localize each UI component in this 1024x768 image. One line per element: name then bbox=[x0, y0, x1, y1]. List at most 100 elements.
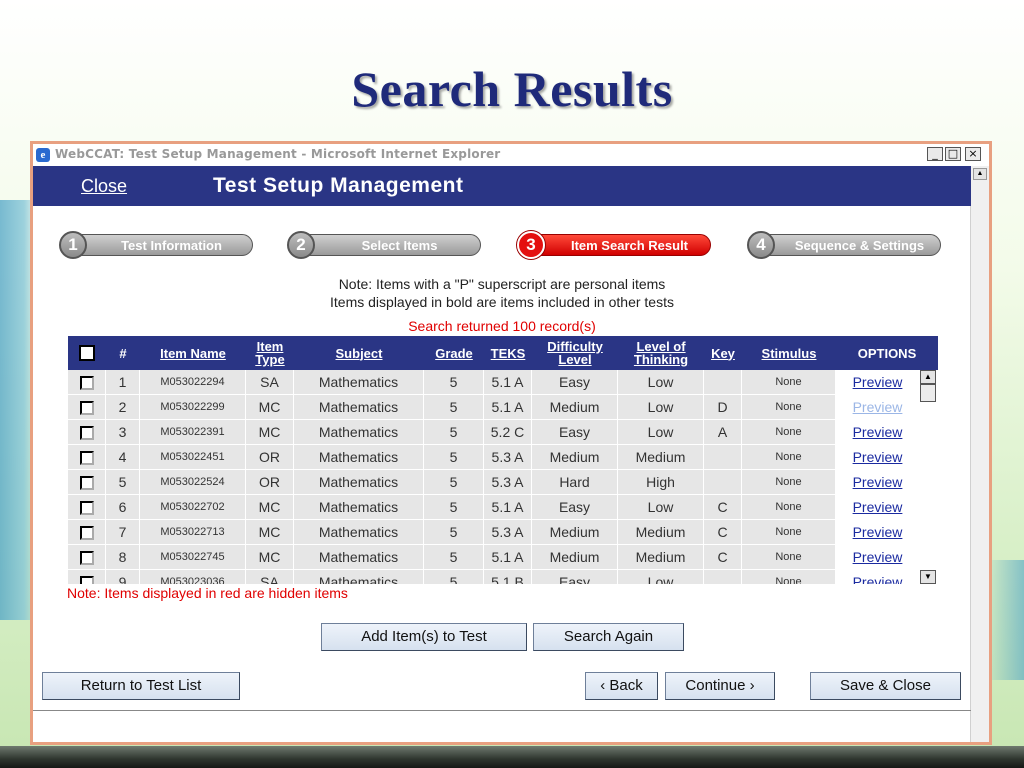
bold-items-note: Items displayed in bold are items includ… bbox=[330, 294, 674, 310]
row-checkbox[interactable] bbox=[79, 501, 94, 516]
table-row: 1 M053022294 SA Mathematics 5 5.1 A Easy Low Non… bbox=[68, 370, 920, 395]
scroll-up-arrow-icon[interactable]: ▲ bbox=[973, 168, 987, 180]
difficulty-level: Medium bbox=[532, 520, 617, 544]
row-checkbox[interactable] bbox=[79, 551, 94, 566]
preview-link[interactable]: Preview bbox=[853, 399, 903, 415]
scroll-thumb[interactable] bbox=[920, 384, 936, 402]
stimulus: None bbox=[742, 395, 835, 419]
preview-link[interactable]: Preview bbox=[853, 549, 903, 565]
row-checkbox[interactable] bbox=[79, 401, 94, 416]
sort-level-of-thinking[interactable]: Level of Thinking bbox=[618, 336, 704, 370]
preview-link[interactable]: Preview bbox=[853, 374, 903, 390]
preview-link[interactable]: Preview bbox=[853, 499, 903, 515]
level-of-thinking: Medium bbox=[618, 520, 703, 544]
preview-link[interactable]: Preview bbox=[853, 449, 903, 465]
answer-key: A bbox=[704, 420, 741, 444]
row-select-cell bbox=[68, 470, 105, 494]
sort-stimulus[interactable]: Stimulus bbox=[742, 336, 836, 370]
personal-items-note: Note: Items with a "P" superscript are p… bbox=[338, 276, 666, 292]
maximize-button[interactable]: □ bbox=[945, 147, 961, 161]
row-checkbox[interactable] bbox=[79, 426, 94, 441]
difficulty-level: Medium bbox=[532, 445, 617, 469]
step-sequence-settings[interactable]: 4 Sequence & Settings bbox=[747, 231, 941, 259]
app-title: Test Setup Management bbox=[213, 174, 464, 197]
table-row: 3 M053022391 MC Mathematics 5 5.2 C Easy Low A No… bbox=[68, 420, 920, 445]
add-items-button[interactable]: Add Item(s) to Test bbox=[321, 623, 527, 651]
item-type: SA bbox=[246, 370, 293, 394]
sort-grade[interactable]: Grade bbox=[424, 336, 484, 370]
step-label: Item Search Result bbox=[570, 238, 689, 253]
sort-key[interactable]: Key bbox=[704, 336, 742, 370]
sort-teks[interactable]: TEKS bbox=[484, 336, 532, 370]
row-number: 8 bbox=[106, 545, 139, 569]
header-options: OPTIONS bbox=[857, 345, 917, 361]
sort-item-name[interactable]: Item Name bbox=[140, 336, 246, 370]
row-number: 9 bbox=[106, 570, 139, 584]
subject: Mathematics bbox=[294, 545, 423, 569]
grade: 5 bbox=[424, 445, 483, 469]
window-titlebar: e WebCCAT: Test Setup Management - Micro… bbox=[33, 144, 989, 167]
continue-button[interactable]: Continue › bbox=[665, 672, 775, 700]
stimulus: None bbox=[742, 520, 835, 544]
options-cell: Preview bbox=[836, 570, 919, 584]
row-checkbox[interactable] bbox=[79, 476, 94, 491]
subject: Mathematics bbox=[294, 570, 423, 584]
item-type: MC bbox=[246, 420, 293, 444]
close-window-button[interactable]: × bbox=[965, 147, 981, 161]
ie-logo-icon: e bbox=[36, 148, 50, 162]
answer-key: C bbox=[704, 495, 741, 519]
row-select-cell bbox=[68, 445, 105, 469]
search-again-button[interactable]: Search Again bbox=[533, 623, 684, 651]
row-select-cell bbox=[68, 570, 105, 584]
scroll-down-arrow-icon[interactable]: ▼ bbox=[920, 570, 936, 584]
step-select-items[interactable]: 2 Select Items bbox=[287, 231, 481, 259]
scroll-up-arrow-icon[interactable]: ▲ bbox=[920, 370, 936, 384]
window-title: WebCCAT: Test Setup Management - Microso… bbox=[55, 147, 501, 161]
row-checkbox[interactable] bbox=[79, 526, 94, 541]
preview-link[interactable]: Preview bbox=[853, 574, 903, 584]
sort-subject[interactable]: Subject bbox=[294, 336, 424, 370]
sort-item-type[interactable]: Item Type bbox=[246, 336, 294, 370]
subject: Mathematics bbox=[294, 520, 423, 544]
item-type: MC bbox=[246, 545, 293, 569]
stimulus: None bbox=[742, 495, 835, 519]
table-row: 8 M053022745 MC Mathematics 5 5.1 A Medium Medi… bbox=[68, 545, 920, 570]
preview-link[interactable]: Preview bbox=[853, 474, 903, 490]
preview-link[interactable]: Preview bbox=[853, 424, 903, 440]
step-item-search-result[interactable]: 3 Item Search Result bbox=[517, 231, 711, 259]
sort-difficulty-level[interactable]: Difficulty Level bbox=[532, 336, 618, 370]
return-to-test-list-button[interactable]: Return to Test List bbox=[42, 672, 240, 700]
step-test-information[interactable]: 1 Test Information bbox=[59, 231, 253, 259]
preview-link[interactable]: Preview bbox=[853, 524, 903, 540]
difficulty-level: Easy bbox=[532, 570, 617, 584]
slide-title: Search Results bbox=[351, 61, 673, 117]
row-checkbox[interactable] bbox=[79, 376, 94, 391]
teks: 5.1 A bbox=[484, 495, 531, 519]
row-select-cell bbox=[68, 420, 105, 444]
footer-divider bbox=[33, 710, 971, 711]
answer-key bbox=[704, 570, 741, 584]
answer-key: C bbox=[704, 545, 741, 569]
row-checkbox[interactable] bbox=[79, 451, 94, 466]
grade: 5 bbox=[424, 520, 483, 544]
row-number: 1 bbox=[106, 370, 139, 394]
close-link[interactable]: Close bbox=[81, 176, 127, 197]
stimulus: None bbox=[742, 445, 835, 469]
difficulty-level: Easy bbox=[532, 495, 617, 519]
teks: 5.2 C bbox=[484, 420, 531, 444]
row-number: 3 bbox=[106, 420, 139, 444]
back-button[interactable]: ‹ Back bbox=[585, 672, 658, 700]
save-close-button[interactable]: Save & Close bbox=[810, 672, 961, 700]
row-checkbox[interactable] bbox=[79, 576, 94, 584]
answer-key bbox=[704, 470, 741, 494]
select-all-checkbox[interactable] bbox=[79, 345, 95, 361]
table-scrollbar[interactable]: ▲ ▼ bbox=[920, 370, 938, 584]
item-name: M053022299 bbox=[140, 395, 245, 419]
row-number: 4 bbox=[106, 445, 139, 469]
stimulus: None bbox=[742, 420, 835, 444]
options-cell: Preview bbox=[836, 420, 919, 444]
level-of-thinking: Low bbox=[618, 395, 703, 419]
item-name: M053022713 bbox=[140, 520, 245, 544]
window-scrollbar[interactable]: ▲ bbox=[970, 166, 989, 742]
minimize-button[interactable]: _ bbox=[927, 147, 943, 161]
